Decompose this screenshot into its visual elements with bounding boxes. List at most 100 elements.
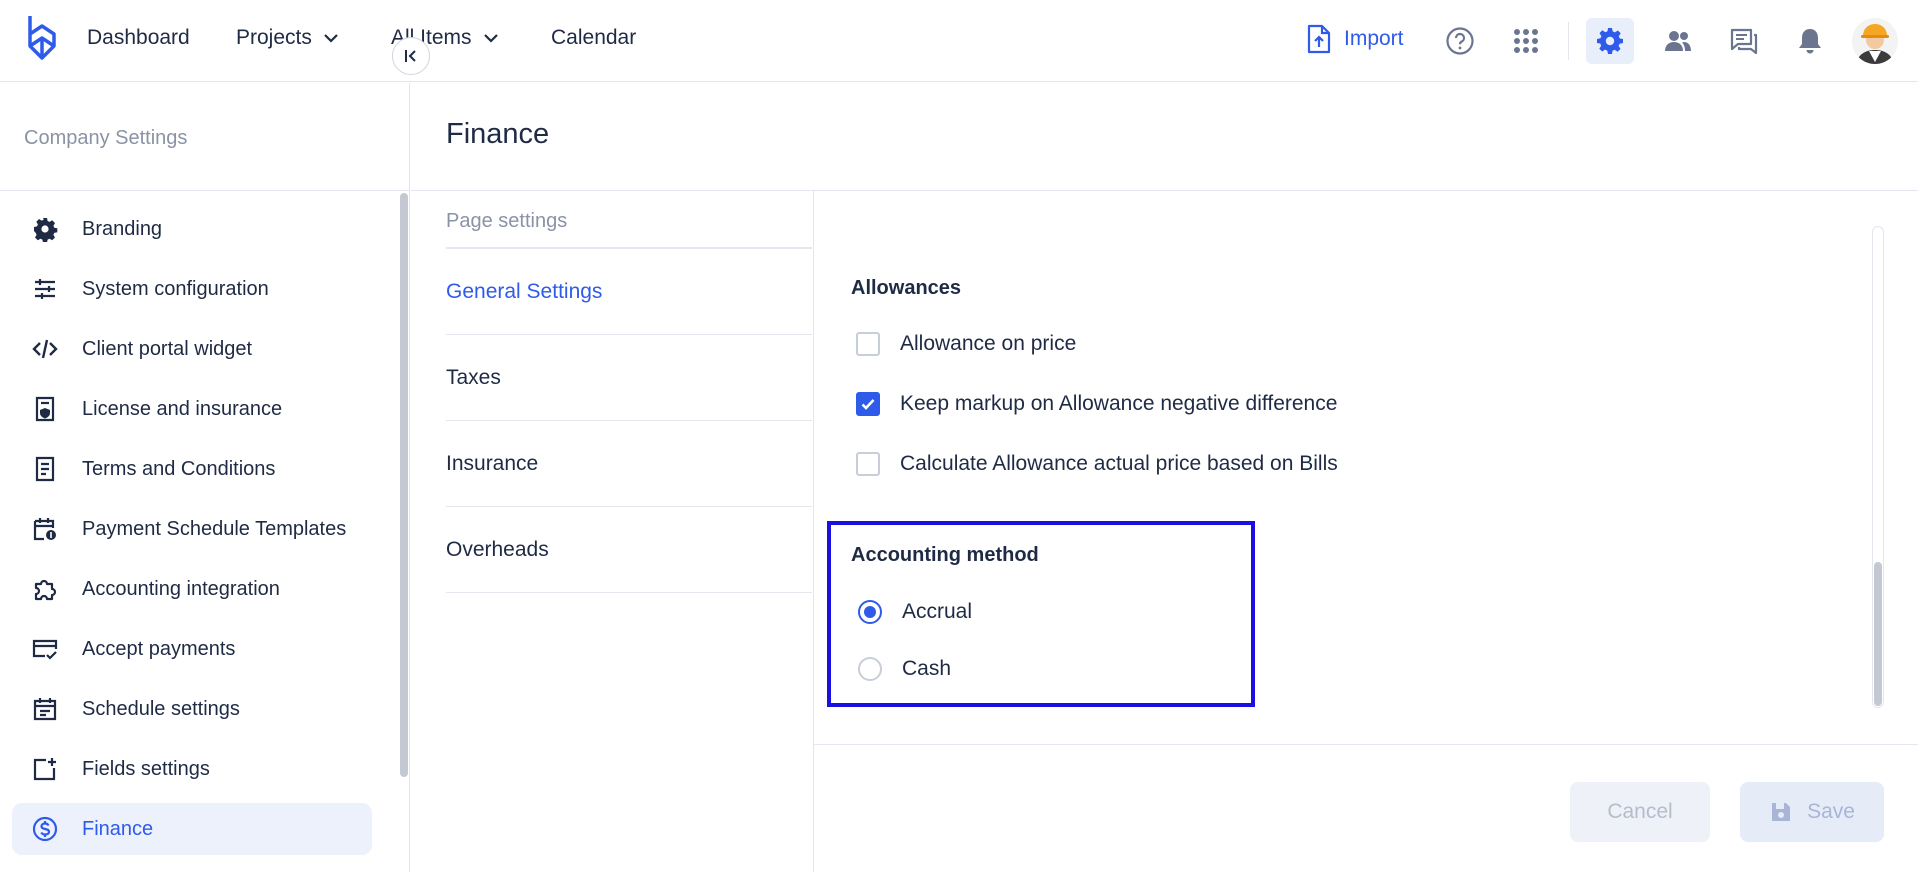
nav-projects-label: Projects [236, 26, 312, 49]
calendar-money-icon [33, 518, 56, 541]
sidebar-item-label: Payment Schedule Templates [82, 517, 347, 540]
subnav-item-label: Taxes [446, 365, 501, 389]
cancel-button[interactable]: Cancel [1570, 782, 1710, 842]
nav-calendar-label: Calendar [551, 26, 637, 49]
chat-icon [1730, 28, 1758, 55]
content-scrollbar-thumb[interactable] [1874, 562, 1882, 706]
subnav-item-label: General Settings [446, 279, 603, 303]
sidebar-item-fields-settings[interactable]: Fields settings [12, 743, 372, 795]
sidebar-item-label: Client portal widget [82, 337, 253, 360]
save-button[interactable]: Save [1740, 782, 1884, 842]
checkbox-label: Calculate Allowance actual price based o… [900, 452, 1338, 475]
footer-divider [814, 744, 1918, 745]
apps-grid-icon [1514, 29, 1538, 53]
help-button[interactable] [1436, 18, 1484, 64]
settings-button[interactable] [1586, 18, 1634, 64]
subnav-divider [813, 191, 814, 872]
subnav-item-insurance[interactable]: Insurance [446, 421, 812, 507]
nav-dashboard-label: Dashboard [87, 26, 190, 49]
cash-radio[interactable] [858, 657, 882, 681]
keep-markup-checkbox[interactable] [856, 392, 880, 416]
subnav-item-taxes[interactable]: Taxes [446, 335, 812, 421]
document-icon [35, 456, 55, 482]
avatar-worker-icon [1852, 18, 1898, 64]
sidebar-item-terms-and-conditions[interactable]: Terms and Conditions [12, 443, 372, 495]
sidebar-item-label: Schedule settings [82, 697, 240, 720]
sidebar-item-schedule-settings[interactable]: Schedule settings [12, 683, 372, 735]
settings-sidebar: Company Settings Branding System configu… [0, 83, 410, 872]
subnav-item-overheads[interactable]: Overheads [446, 507, 812, 593]
gear-icon [34, 218, 58, 242]
radio-label: Cash [902, 657, 952, 680]
help-icon [1446, 27, 1474, 55]
sidebar-scrollbar-thumb[interactable] [400, 193, 408, 777]
dollar-circle-icon [32, 816, 58, 842]
save-label: Save [1807, 800, 1855, 823]
nav-calendar[interactable]: Calendar [551, 26, 636, 50]
sidebar-header: Company Settings [0, 83, 410, 191]
sidebar-item-label: System configuration [82, 277, 269, 300]
sidebar-item-finance[interactable]: Finance [12, 803, 372, 855]
sidebar-item-label: Fields settings [82, 757, 210, 780]
subnav-item-label: Overheads [446, 537, 549, 561]
sidebar-item-payment-schedule-templates[interactable]: Payment Schedule Templates [12, 503, 372, 555]
calculate-allowance-option[interactable]: Calculate Allowance actual price based o… [856, 452, 1338, 476]
accrual-option[interactable]: Accrual [858, 600, 972, 624]
chat-button[interactable] [1720, 18, 1768, 64]
users-button[interactable] [1654, 18, 1702, 64]
page-title: Finance [446, 118, 550, 150]
card-check-icon [32, 639, 58, 660]
sidebar-item-system-configuration[interactable]: System configuration [12, 263, 372, 315]
sidebar-item-client-portal-widget[interactable]: Client portal widget [12, 323, 372, 375]
import-button[interactable]: Import [1306, 24, 1404, 54]
import-label: Import [1344, 27, 1404, 50]
calculate-allowance-checkbox[interactable] [856, 452, 880, 476]
nav-dashboard[interactable]: Dashboard [87, 26, 190, 50]
sidebar-item-label: Branding [82, 217, 163, 240]
nav-projects[interactable]: Projects [236, 26, 340, 50]
floppy-disk-icon [1772, 803, 1791, 821]
calendar-icon [33, 698, 57, 721]
subnav-item-general-settings[interactable]: General Settings [446, 249, 812, 335]
puzzle-icon [34, 579, 57, 601]
sidebar-item-accept-payments[interactable]: Accept payments [12, 623, 372, 675]
code-icon [32, 339, 58, 359]
apps-button[interactable] [1502, 18, 1550, 64]
collapse-left-icon [405, 50, 416, 62]
subnav-heading: Page settings [446, 191, 812, 249]
toolbar-divider [1568, 22, 1569, 60]
chevron-down-icon [324, 34, 338, 43]
sidebar-item-accounting-integration[interactable]: Accounting integration [12, 563, 372, 615]
sidebar-item-label: License and insurance [82, 397, 283, 420]
sidebar-item-license-and-insurance[interactable]: License and insurance [12, 383, 372, 435]
keep-markup-option[interactable]: Keep markup on Allowance negative differ… [856, 392, 1337, 416]
file-upload-icon [1307, 24, 1331, 54]
accounting-method-title: Accounting method [851, 544, 1039, 566]
sidebar-item-label: Finance [82, 817, 154, 840]
radio-label: Accrual [902, 600, 973, 623]
page-settings-nav: Page settings General Settings Taxes Ins… [446, 191, 812, 593]
collapse-sidebar-button[interactable] [392, 37, 430, 75]
sidebar-title: Company Settings [24, 127, 188, 149]
sidebar-item-label: Accept payments [82, 637, 236, 660]
sidebar-item-label: Accounting integration [82, 577, 280, 600]
allowances-section-title: Allowances [851, 277, 962, 299]
top-navigation-bar: Dashboard Projects All Items Calendar Im… [0, 0, 1918, 82]
checkmark-icon [861, 399, 875, 410]
bell-icon [1799, 29, 1821, 54]
allowance-on-price-checkbox[interactable] [856, 332, 880, 356]
checkbox-label: Keep markup on Allowance negative differ… [900, 392, 1338, 415]
chevron-down-icon [483, 34, 498, 43]
cash-option[interactable]: Cash [858, 657, 951, 681]
user-avatar[interactable] [1852, 18, 1898, 64]
notifications-button[interactable] [1786, 18, 1834, 64]
sidebar-item-branding[interactable]: Branding [12, 203, 372, 255]
allowance-on-price-option[interactable]: Allowance on price [856, 332, 1076, 356]
license-icon [35, 396, 55, 422]
cancel-label: Cancel [1607, 800, 1673, 823]
add-field-icon [33, 758, 56, 781]
checkbox-label: Allowance on price [900, 332, 1077, 355]
users-icon [1665, 31, 1691, 51]
accrual-radio[interactable] [858, 600, 882, 624]
app-logo-icon[interactable] [24, 12, 60, 64]
